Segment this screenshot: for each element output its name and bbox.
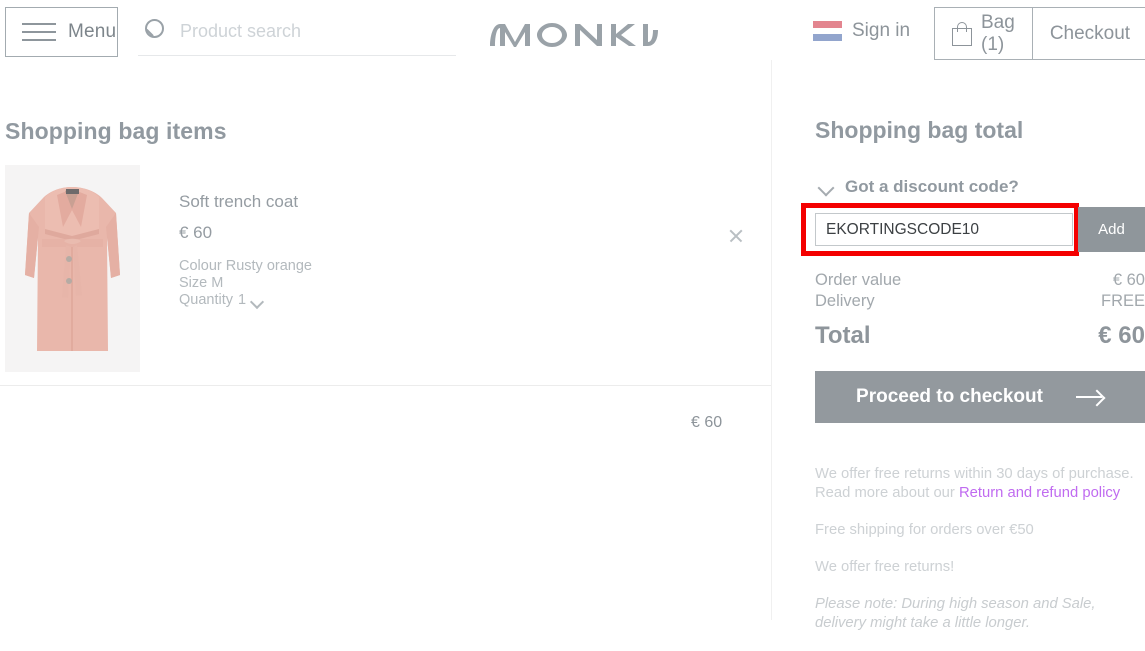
hamburger-icon	[22, 23, 56, 41]
bag-button-label: Bag (1)	[981, 11, 1015, 55]
grand-total-label: Total	[815, 322, 871, 349]
proceed-to-checkout-label: Proceed to checkout	[856, 386, 1043, 407]
product-info: Soft trench coat € 60	[179, 192, 298, 243]
product-search	[138, 18, 456, 60]
quantity-selector[interactable]: Quantity 1	[179, 292, 312, 309]
policy-notes: We offer free returns within 30 days of …	[815, 465, 1145, 651]
discount-code-input[interactable]	[815, 213, 1073, 246]
grand-total-row: Total € 60	[815, 321, 1145, 351]
total-panel-title: Shopping bag total	[815, 117, 1024, 143]
quantity-label: Quantity	[179, 292, 233, 308]
add-discount-button[interactable]: Add	[1078, 207, 1145, 252]
netherlands-flag-icon[interactable]	[813, 21, 842, 41]
shopping-bag-icon	[952, 21, 972, 46]
product-colour: Colour Rusty orange	[179, 258, 312, 274]
grand-total-amount: € 60	[1098, 322, 1145, 349]
return-and-refund-policy-link[interactable]: Return and refund policy	[959, 485, 1120, 501]
free-returns-note: We offer free returns!	[815, 559, 955, 575]
search-icon	[143, 19, 169, 45]
product-thumbnail[interactable]	[5, 165, 140, 372]
column-divider	[771, 60, 772, 620]
search-input[interactable]	[178, 18, 323, 44]
returns-note: We offer free returns within 30 days of …	[815, 465, 1145, 503]
discount-code-toggle[interactable]: Got a discount code?	[819, 177, 1019, 197]
order-value-label: Order value	[815, 271, 902, 289]
delivery-label: Delivery	[815, 292, 875, 310]
order-totals: Order value € 60 Delivery FREE Total € 6…	[815, 270, 1145, 351]
menu-button-label: Menu	[68, 21, 117, 42]
bag-button[interactable]: Bag (1)	[935, 8, 1033, 59]
chevron-down-icon	[251, 297, 264, 305]
site-header: Menu Sign	[0, 0, 1145, 67]
checkout-button-label: Checkout	[1049, 22, 1131, 44]
chevron-down-icon	[819, 182, 835, 192]
item-divider	[0, 385, 772, 386]
arrow-right-icon	[1075, 389, 1104, 405]
quantity-value: 1	[238, 292, 247, 308]
product-name[interactable]: Soft trench coat	[179, 192, 298, 212]
monki-logo[interactable]	[488, 10, 660, 54]
please-note: Please note: During high season and Sale…	[815, 596, 1096, 631]
header-actions: Bag (1) Checkout	[934, 7, 1145, 60]
remove-item-button[interactable]	[728, 228, 744, 244]
shopping-bag-items-section: Shopping bag items Soft trench coat € 60…	[0, 67, 772, 619]
line-item-total: € 60	[691, 414, 723, 431]
product-attributes: Colour Rusty orange Size M Quantity 1	[179, 258, 312, 309]
delivery-amount: FREE	[1100, 292, 1145, 310]
order-value-row: Order value € 60	[815, 270, 1145, 291]
search-underline	[138, 55, 456, 56]
menu-button[interactable]: Menu	[5, 7, 118, 57]
proceed-to-checkout-button[interactable]: Proceed to checkout	[815, 371, 1145, 423]
shipping-note: Free shipping for orders over €50	[815, 522, 1034, 538]
shopping-bag-total-section: Shopping bag total Got a discount code? …	[801, 67, 1145, 631]
product-price: € 60	[179, 223, 213, 242]
checkout-button[interactable]: Checkout	[1033, 8, 1145, 59]
discount-code-toggle-label: Got a discount code?	[845, 177, 1019, 196]
product-size: Size M	[179, 275, 224, 291]
delivery-row: Delivery FREE	[815, 291, 1145, 312]
order-value-amount: € 60	[1112, 271, 1145, 289]
page-title: Shopping bag items	[5, 118, 227, 144]
sign-in-link[interactable]: Sign in	[852, 20, 910, 42]
